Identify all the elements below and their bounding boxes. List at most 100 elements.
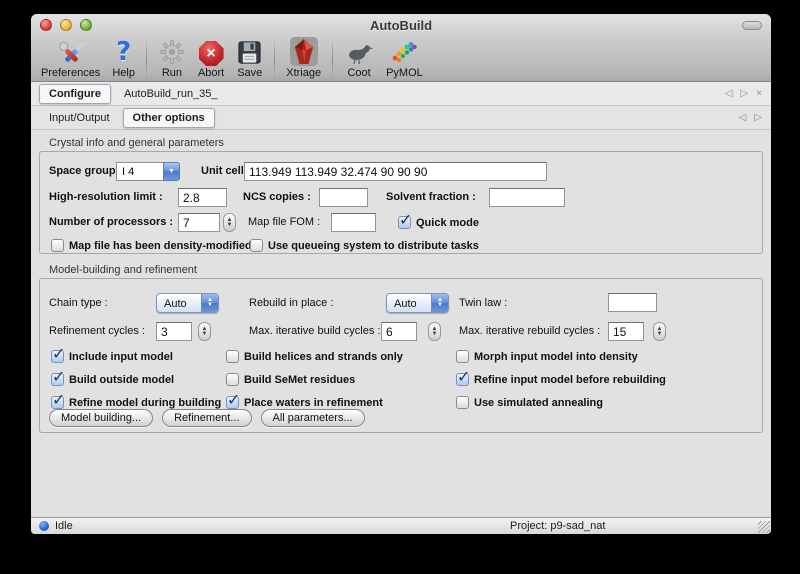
abort-button[interactable]: × Abort [192, 36, 230, 82]
traffic-lights [40, 19, 92, 31]
rebuild-in-place-label: Rebuild in place : [249, 294, 333, 313]
tab-autobuild-run[interactable]: AutoBuild_run_35_ [114, 84, 228, 104]
crystal-group-title: Crystal info and general parameters [49, 137, 771, 149]
checkbox-label: Build SeMet residues [244, 374, 355, 386]
subtab-forward-icon[interactable]: ▷ [754, 112, 762, 123]
tab-close-icon[interactable]: × [756, 88, 762, 99]
model-building-button[interactable]: Model building... [49, 409, 153, 427]
xtriage-button[interactable]: Xtriage [280, 36, 327, 82]
checkbox-box [456, 350, 469, 363]
build-helices-strands-checkbox[interactable]: Build helices and strands only [226, 349, 403, 364]
morph-input-model-checkbox[interactable]: Morph input model into density [456, 349, 638, 364]
zoom-button[interactable] [80, 19, 92, 31]
build-semet-checkbox[interactable]: Build SeMet residues [226, 372, 355, 387]
tab-back-icon[interactable]: ◁ [725, 88, 733, 99]
sub-tab-bar: Input/Output Other options ◁ ▷ [31, 106, 771, 130]
up-down-arrows-icon: ▲▼ [201, 294, 218, 312]
chain-type-popup[interactable]: Auto ▲▼ [156, 293, 219, 313]
checkbox-label: Use queueing system to distribute tasks [268, 240, 479, 252]
high-res-field[interactable] [178, 188, 227, 207]
model-group-title: Model-building and refinement [49, 264, 771, 276]
rainbow-helix-icon [389, 37, 419, 66]
main-tab-bar: Configure AutoBuild_run_35_ ◁ ▷ × [31, 82, 771, 106]
max-build-cycles-label: Max. iterative build cycles : [249, 322, 380, 341]
tab-forward-icon[interactable]: ▷ [740, 88, 748, 99]
checkbox-box [51, 239, 64, 252]
simulated-annealing-checkbox[interactable]: Use simulated annealing [456, 395, 603, 410]
toolbar-separator [332, 39, 333, 79]
checkbox-box [456, 396, 469, 409]
checkbox-label: Morph input model into density [474, 351, 638, 363]
max-rebuild-cycles-field[interactable] [608, 322, 644, 341]
parameter-buttons: Model building... Refinement... All para… [49, 409, 365, 427]
checkbox-box [456, 373, 469, 386]
status-dot-icon [39, 521, 49, 531]
app-window: AutoBuild Preferences ? Help [31, 14, 771, 534]
popup-value: Auto [387, 294, 431, 312]
max-build-cycles-stepper[interactable]: ▲▼ [428, 322, 441, 341]
tab-other-options[interactable]: Other options [123, 108, 215, 128]
ncs-copies-field[interactable] [319, 188, 368, 207]
checkbox-label: Map file has been density-modified [69, 240, 252, 252]
tab-configure[interactable]: Configure [39, 84, 111, 104]
crystal-icon [290, 37, 318, 66]
coot-button[interactable]: Coot [338, 36, 380, 82]
close-button[interactable] [40, 19, 52, 31]
checkbox-box [250, 239, 263, 252]
checkbox-box [226, 373, 239, 386]
checkbox-box [226, 350, 239, 363]
tab-input-output[interactable]: Input/Output [39, 108, 120, 128]
preferences-button[interactable]: Preferences [35, 36, 106, 82]
checkbox-label: Build helices and strands only [244, 351, 403, 363]
toolbar-separator [274, 39, 275, 79]
run-button[interactable]: Run [152, 36, 192, 82]
project-label: Project: p9-sad_nat [510, 520, 605, 532]
checkbox-label: Use simulated annealing [474, 397, 603, 409]
options-panel: Crystal info and general parameters Spac… [31, 133, 771, 517]
chevron-down-icon: ▼ [163, 162, 180, 181]
save-button[interactable]: Save [230, 36, 269, 82]
toolbar-toggle-capsule[interactable] [742, 21, 762, 30]
refine-before-rebuilding-checkbox[interactable]: Refine input model before rebuilding [456, 372, 666, 387]
build-outside-model-checkbox[interactable]: Build outside model [51, 372, 174, 387]
unit-cell-field[interactable] [244, 162, 547, 181]
checkbox-box [51, 396, 64, 409]
num-processors-field[interactable] [178, 213, 220, 232]
pymol-button[interactable]: PyMOL [380, 36, 429, 82]
refinement-cycles-stepper[interactable]: ▲▼ [198, 322, 211, 341]
space-group-value: I 4 [116, 162, 163, 181]
model-group-box: Chain type : Auto ▲▼ Rebuild in place : … [39, 278, 763, 433]
place-waters-checkbox[interactable]: Place waters in refinement [226, 395, 383, 410]
include-input-model-checkbox[interactable]: Include input model [51, 349, 173, 364]
minimize-button[interactable] [60, 19, 72, 31]
refine-during-building-checkbox[interactable]: Refine model during building [51, 395, 221, 410]
space-group-label: Space group : [49, 162, 122, 181]
refinement-button[interactable]: Refinement... [162, 409, 251, 427]
checkbox-label: Quick mode [416, 217, 479, 229]
density-modified-checkbox[interactable]: Map file has been density-modified [51, 238, 252, 253]
queueing-checkbox[interactable]: Use queueing system to distribute tasks [250, 238, 479, 253]
max-rebuild-cycles-stepper[interactable]: ▲▼ [653, 322, 666, 341]
refinement-cycles-field[interactable] [156, 322, 192, 341]
title-bar[interactable]: AutoBuild [31, 14, 771, 36]
checkbox-box [51, 373, 64, 386]
question-icon: ? [116, 37, 131, 66]
checkbox-label: Place waters in refinement [244, 397, 383, 409]
space-group-combo[interactable]: I 4 ▼ [116, 162, 180, 181]
resize-grip[interactable] [758, 521, 770, 533]
max-rebuild-cycles-label: Max. iterative rebuild cycles : [459, 322, 600, 341]
help-button[interactable]: ? Help [106, 36, 141, 82]
stop-icon: × [199, 37, 224, 66]
twin-law-field[interactable] [608, 293, 657, 312]
num-processors-stepper[interactable]: ▲▼ [223, 213, 236, 232]
checkbox-label: Include input model [69, 351, 173, 363]
map-fom-field[interactable] [331, 213, 376, 232]
max-build-cycles-field[interactable] [381, 322, 417, 341]
checkbox-label: Build outside model [69, 374, 174, 386]
rebuild-in-place-popup[interactable]: Auto ▲▼ [386, 293, 449, 313]
solvent-fraction-field[interactable] [489, 188, 565, 207]
all-parameters-button[interactable]: All parameters... [261, 409, 365, 427]
num-processors-label: Number of processors : [49, 213, 173, 232]
quick-mode-checkbox[interactable]: Quick mode [398, 215, 479, 230]
subtab-back-icon[interactable]: ◁ [739, 112, 747, 123]
